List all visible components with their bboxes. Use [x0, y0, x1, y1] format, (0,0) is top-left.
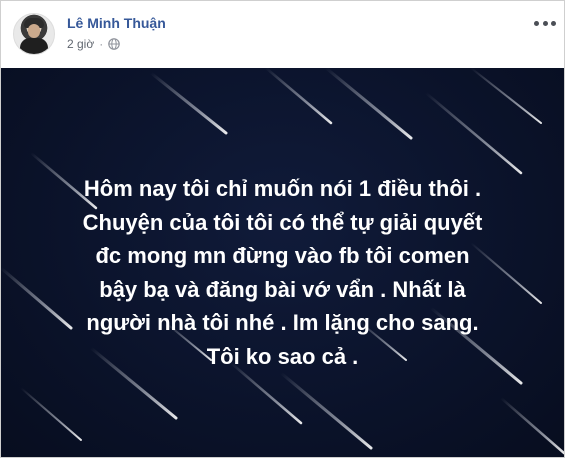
- post-background-image[interactable]: Hôm nay tôi chỉ muốn nói 1 điều thôi . C…: [1, 68, 564, 457]
- globe-icon[interactable]: [108, 38, 121, 50]
- ellipsis-icon[interactable]: [534, 17, 556, 29]
- post-text: Hôm nay tôi chỉ muốn nói 1 điều thôi . C…: [1, 172, 564, 373]
- post-text-line: người nhà tôi nhé . Im lặng cho sang.: [86, 310, 479, 335]
- ellipsis-dot: [542, 20, 548, 26]
- ellipsis-dot: [534, 20, 539, 26]
- avatar[interactable]: [13, 13, 55, 55]
- post-text-line: bậy bạ và đăng bài vớ vẩn . Nhất là: [99, 276, 466, 302]
- post-text-line: Chuyện của tôi tôi có thể tự giải quyết: [82, 209, 483, 235]
- author-name[interactable]: Lê Minh Thuận: [67, 15, 166, 31]
- ellipsis-dot: [551, 20, 556, 26]
- post-text-line: Tôi ko sao cả .: [206, 343, 359, 369]
- avatar-face: [28, 24, 40, 38]
- post-card: Lê Minh Thuận 2 giờ · Hôm nay tôi chỉ mu…: [0, 0, 565, 458]
- post-meta: 2 giờ ·: [67, 37, 121, 51]
- post-text-line: Hôm nay tôi chỉ muốn nói 1 điều thôi .: [83, 176, 482, 201]
- post-text-line: đc mong mn đừng vào fb tôi comen: [95, 243, 470, 268]
- avatar-shirt: [20, 38, 48, 54]
- post-header: Lê Minh Thuận 2 giờ ·: [1, 1, 564, 68]
- meta-separator: ·: [99, 37, 104, 51]
- post-time[interactable]: 2 giờ: [67, 37, 94, 51]
